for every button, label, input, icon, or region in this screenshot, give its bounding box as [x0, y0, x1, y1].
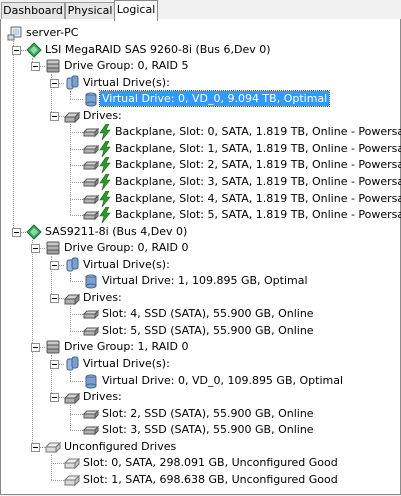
tree-connector [70, 372, 71, 381]
tree-connector [51, 454, 52, 480]
collapse-toggle-icon[interactable] [31, 244, 40, 254]
virtual-drive-icon [83, 91, 99, 107]
drives-folder-icon [63, 389, 81, 405]
tree-connector [70, 198, 83, 200]
drive-group-icon [45, 58, 61, 74]
virtual-drive-icon [64, 257, 80, 273]
tree-connector [70, 305, 71, 331]
drives-folder-icon [63, 108, 81, 124]
virtual-drive-icon [64, 356, 80, 372]
tree-unconfigured-drive[interactable]: Slot: 0, SATA, 298.091 GB, Unconfigured … [81, 455, 340, 470]
virtual-drive-icon [83, 373, 99, 389]
collapse-toggle-icon[interactable] [31, 442, 40, 452]
virtual-drive-icon [64, 75, 80, 91]
tree-virtual-drive[interactable]: Virtual Drive: 0, VD_0, 9.094 TB, Optima… [98, 90, 331, 108]
tree-connector [70, 90, 71, 100]
lightning-bolt-icon [97, 206, 113, 224]
tree-connector [70, 413, 83, 415]
tree-physical-drive[interactable]: Slot: 5, SSD (SATA), 55.900 GB, Online [100, 323, 316, 338]
collapse-toggle-icon[interactable] [31, 62, 40, 72]
tree-connector [70, 99, 83, 101]
computer-icon [7, 25, 23, 41]
tree-physical-drive[interactable]: Slot: 4, SSD (SATA), 55.900 GB, Online [100, 306, 316, 321]
tree-physical-drive[interactable]: Backplane, Slot: 2, SATA, 1.819 TB, Onli… [113, 157, 401, 172]
virtual-drive-icon [83, 273, 99, 289]
collapse-toggle-icon[interactable] [50, 393, 59, 403]
collapse-toggle-icon[interactable] [50, 78, 59, 88]
tree-connector [70, 405, 71, 431]
tree-connector [70, 272, 71, 282]
controller-chip-icon [26, 223, 42, 240]
tab-bar: Dashboard Physical Logical [0, 0, 401, 21]
collapse-toggle-icon[interactable] [50, 360, 59, 369]
hard-drive-icon [82, 323, 100, 339]
collapse-toggle-icon[interactable] [12, 227, 21, 237]
tree-connector [70, 215, 83, 217]
tree-connector [70, 181, 83, 183]
tab-physical[interactable]: Physical [65, 2, 115, 19]
lightning-bolt-icon [97, 140, 113, 158]
tree-virtual-drives-folder[interactable]: Virtual Drive(s): [81, 75, 172, 90]
tree-physical-drive[interactable]: Backplane, Slot: 1, SATA, 1.819 TB, Onli… [113, 141, 401, 156]
hard-drive-icon [82, 306, 100, 322]
tree-connector [70, 430, 83, 432]
collapse-toggle-icon[interactable] [31, 343, 40, 353]
tree-unconfigured-drives[interactable]: Unconfigured Drives [62, 439, 178, 454]
tree-physical-drive[interactable]: Backplane, Slot: 5, SATA, 1.819 TB, Onli… [113, 207, 401, 222]
tree-connector [70, 148, 83, 150]
tree-controller-0[interactable]: LSI MegaRAID SAS 9260-8i (Bus 6,Dev 0) [43, 42, 273, 57]
tree-connector [51, 463, 64, 465]
tree-connector [70, 281, 83, 283]
tree-unconfigured-drive[interactable]: Slot: 1, SATA, 698.638 GB, Unconfigured … [81, 472, 340, 487]
unconfigured-drives-icon [63, 455, 81, 471]
tree-physical-drive[interactable]: Backplane, Slot: 3, SATA, 1.819 TB, Onli… [113, 174, 401, 189]
hard-drive-icon [82, 422, 100, 438]
drives-folder-icon [63, 290, 81, 306]
tree-connector [51, 479, 64, 481]
tree-physical-drive[interactable]: Backplane, Slot: 4, SATA, 1.819 TB, Onli… [113, 191, 401, 206]
tree-connector [70, 380, 83, 382]
tree-virtual-drive[interactable]: Virtual Drive: 1, 109.895 GB, Optimal [100, 273, 310, 288]
tree-connector [70, 165, 83, 167]
tree-connector [70, 132, 83, 134]
hard-drive-icon [82, 406, 100, 422]
collapse-toggle-icon[interactable] [12, 45, 21, 55]
tab-logical[interactable]: Logical [114, 0, 158, 21]
lightning-bolt-icon [97, 123, 113, 141]
tree-physical-drive[interactable]: Slot: 3, SSD (SATA), 55.900 GB, Online [100, 422, 316, 437]
tab-dashboard[interactable]: Dashboard [1, 2, 65, 19]
tree-virtual-drives-folder[interactable]: Virtual Drive(s): [81, 257, 172, 272]
collapse-toggle-icon[interactable] [50, 111, 59, 121]
unconfigured-drives-icon [63, 472, 81, 488]
tree-virtual-drive[interactable]: Virtual Drive: 0, VD_0, 109.895 GB, Opti… [100, 373, 345, 388]
tree-root-server[interactable]: server-PC [24, 25, 80, 40]
tree-drive-group[interactable]: Drive Group: 0, RAID 5 [62, 58, 190, 73]
lightning-bolt-icon [97, 157, 113, 174]
tree-connector [70, 314, 83, 316]
tree-drives-folder[interactable]: Drives: [81, 108, 124, 123]
drive-group-icon [45, 339, 61, 355]
lightning-bolt-icon [97, 190, 113, 207]
tree-connector [70, 123, 71, 216]
tree-controller-1[interactable]: SAS9211-8i (Bus 4,Dev 0) [43, 224, 189, 239]
tree-drive-group[interactable]: Drive Group: 0, RAID 0 [62, 240, 190, 255]
tree-drive-group[interactable]: Drive Group: 1, RAID 0 [62, 339, 190, 354]
collapse-toggle-icon[interactable] [50, 293, 59, 303]
tree-physical-drive[interactable]: Slot: 2, SSD (SATA), 55.900 GB, Online [100, 406, 316, 421]
controller-chip-icon [26, 41, 42, 58]
collapse-toggle-icon[interactable] [50, 260, 59, 270]
tree-connector [70, 330, 83, 332]
tree-connector [13, 41, 14, 232]
tree-drives-folder[interactable]: Drives: [81, 290, 124, 305]
tree-physical-drive[interactable]: Backplane, Slot: 0, SATA, 1.819 TB, Onli… [113, 124, 401, 139]
tree-drives-folder[interactable]: Drives: [81, 389, 124, 404]
tree-virtual-drives-folder[interactable]: Virtual Drive(s): [81, 356, 172, 371]
logical-tree-panel[interactable]: server-PC LSI MegaRAID SAS 9260-8i (Bus 6… [0, 19, 401, 495]
drive-group-icon [45, 240, 61, 256]
unconfigured-drives-icon [44, 439, 62, 455]
lightning-bolt-icon [97, 173, 113, 191]
